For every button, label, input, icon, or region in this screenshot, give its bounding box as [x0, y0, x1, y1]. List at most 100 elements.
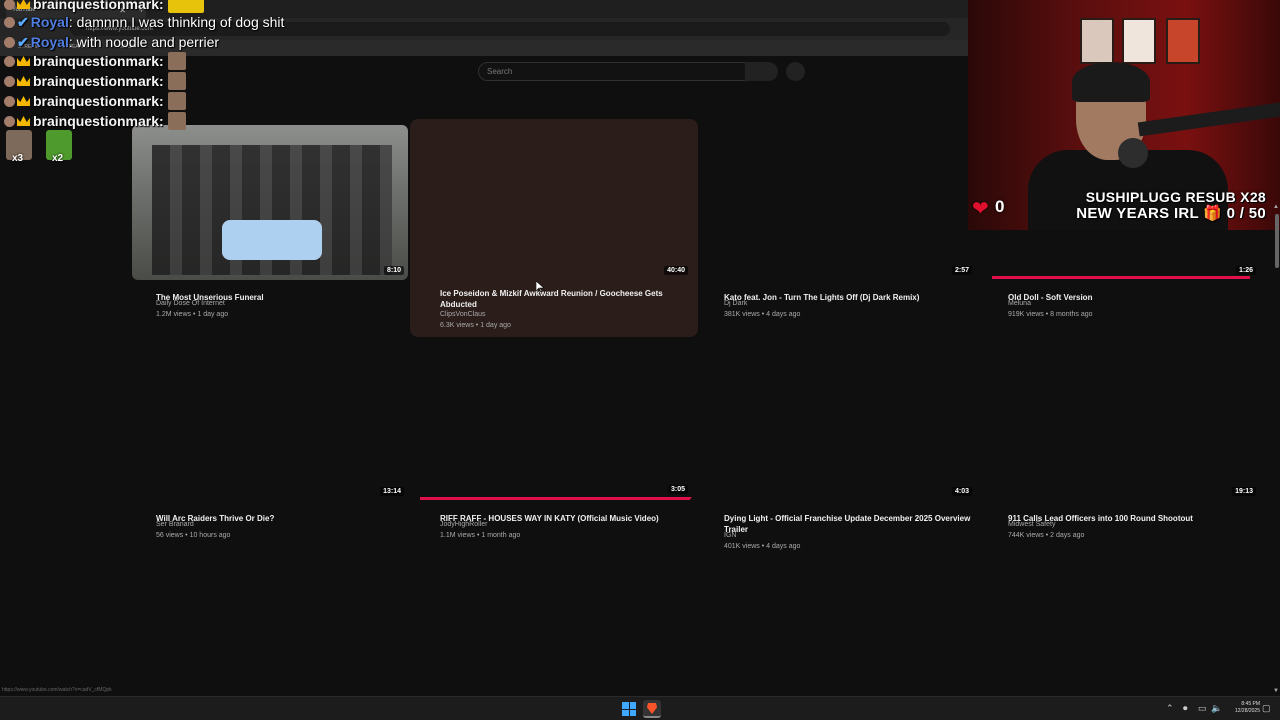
- video-meta: 919K views • 8 months ago: [1008, 311, 1093, 318]
- crown-badge-icon: [17, 0, 30, 9]
- video-duration: 3:05: [667, 485, 688, 494]
- video-duration: 19:13: [1232, 487, 1256, 496]
- video-card[interactable]: 2:57 Kato feat. Jon - Turn The Lights Of…: [700, 125, 976, 325]
- video-channel[interactable]: Daily Dose Of Internet: [156, 300, 225, 307]
- user-avatar-badge-icon: [4, 75, 15, 87]
- crown-badge-icon: [17, 56, 30, 66]
- voice-search-button[interactable]: [786, 62, 805, 81]
- video-thumbnail[interactable]: 4:03: [700, 346, 976, 501]
- video-title[interactable]: Kato feat. Jon - Turn The Lights Off (Dj…: [724, 292, 974, 303]
- watch-progress-bar: [992, 276, 1250, 279]
- emote-icon: [167, 0, 204, 13]
- video-meta: 1.2M views • 1 day ago: [156, 311, 229, 318]
- page-scrollbar[interactable]: [1275, 214, 1279, 268]
- chat-message: brainquestionmark:: [4, 72, 186, 90]
- video-meta: 56 views • 10 hours ago: [156, 532, 231, 539]
- brave-browser-icon[interactable]: [643, 700, 661, 718]
- emote-count: x3: [12, 153, 24, 164]
- taskbar-clock[interactable]: 8:45 PM 12/28/2025: [1226, 701, 1260, 715]
- tray-chevron-icon[interactable]: ⌃: [1166, 703, 1174, 714]
- video-meta: 1.1M views • 1 month ago: [440, 532, 521, 539]
- chat-username: brainquestionmark:: [33, 73, 164, 89]
- video-meta: 401K views • 4 days ago: [724, 543, 801, 550]
- sub-goal-line2: NEW YEARS IRL 🎁 0 / 50: [1076, 204, 1266, 222]
- video-channel[interactable]: JodyHighRoller: [440, 521, 487, 528]
- pepe-emote-icon: x2: [46, 130, 72, 164]
- chat-username: Royal: [30, 34, 69, 50]
- video-duration: 40:40: [664, 266, 688, 275]
- video-thumbnail[interactable]: 19:13: [984, 346, 1260, 501]
- chat-message: brainquestionmark:: [4, 52, 186, 70]
- wall-art: [1080, 18, 1114, 64]
- goal-label: NEW YEARS IRL: [1076, 205, 1199, 222]
- search-input[interactable]: Search: [478, 62, 746, 81]
- video-channel[interactable]: Ser Branard: [156, 521, 194, 528]
- video-card[interactable]: 4:03 Dying Light - Official Franchise Up…: [700, 346, 976, 556]
- microphone-tray-icon[interactable]: ⏺: [1183, 703, 1188, 714]
- windows-start-icon[interactable]: [622, 702, 636, 716]
- crown-badge-icon: [17, 96, 30, 106]
- streamer-beanie: [1072, 62, 1150, 102]
- video-channel[interactable]: Midwest Safety: [1008, 521, 1055, 528]
- video-title[interactable]: Dying Light - Official Franchise Update …: [724, 513, 974, 535]
- emote-icon: [167, 72, 186, 90]
- video-duration: 2:57: [951, 266, 972, 275]
- video-thumbnail[interactable]: 2:57: [700, 125, 976, 280]
- video-channel[interactable]: Meluna: [1008, 300, 1031, 307]
- chat-message: brainquestionmark:: [4, 92, 186, 110]
- screen: YouTube ✕ + https://www.youtube.com STRE…: [0, 0, 1280, 720]
- wall-art: [1122, 18, 1156, 64]
- emote-icon: [167, 52, 186, 70]
- video-meta: 381K views • 4 days ago: [724, 311, 801, 318]
- video-duration: 13:14: [380, 487, 404, 496]
- video-card-hovered[interactable]: 40:40 Ice Poseidon & Mizkif Awkward Reun…: [410, 119, 698, 337]
- webcam-overlay: ❤ 0 SUSHIPLUGG RESUB X28 NEW YEARS IRL 🎁…: [968, 0, 1280, 230]
- emote-icon: [167, 92, 186, 110]
- video-meta: 6.3K views • 1 day ago: [440, 322, 511, 329]
- video-card[interactable]: 13:14 Will Arc Raiders Thrive Or Die? Se…: [132, 346, 408, 546]
- crown-badge-icon: [17, 116, 30, 126]
- user-avatar-badge-icon: [4, 0, 15, 10]
- chat-username: brainquestionmark:: [33, 53, 164, 69]
- chat-message: brainquestionmark:: [4, 0, 204, 13]
- video-duration: 8:10: [383, 266, 404, 275]
- crown-badge-icon: [17, 76, 30, 86]
- video-thumbnail[interactable]: 13:14: [132, 346, 408, 501]
- volume-icon[interactable]: 🔈: [1211, 703, 1222, 714]
- chat-message: ✔ Royal : with noodle and perrier: [4, 33, 219, 51]
- emote-icon: x3: [6, 130, 32, 164]
- chat-message: ✔ Royal : damnnn I was thinking of dog s…: [4, 13, 284, 31]
- video-channel[interactable]: IGN: [724, 532, 736, 539]
- clock-date: 12/28/2025: [1234, 708, 1260, 714]
- chat-username: brainquestionmark:: [33, 0, 164, 12]
- video-duration: 1:26: [1235, 266, 1256, 275]
- emote-icon: [167, 112, 186, 130]
- user-avatar-badge-icon: [4, 95, 15, 107]
- mic-arm: [1137, 101, 1280, 137]
- video-title[interactable]: Old Doll - Soft Version: [1008, 292, 1258, 303]
- chat-username: brainquestionmark:: [33, 113, 164, 129]
- video-channel[interactable]: ClipsVonClaus: [440, 311, 486, 318]
- clock-time: 8:45 PM: [1241, 701, 1260, 707]
- video-thumbnail[interactable]: 3:05: [416, 346, 692, 501]
- windows-taskbar: ⌃ ⏺ ▭ 🔈 8:45 PM 12/28/2025 ▢: [0, 696, 1280, 720]
- search-button[interactable]: [745, 62, 778, 81]
- goal-progress: 0 / 50: [1226, 205, 1266, 222]
- scroll-up-icon[interactable]: ▲: [1273, 204, 1279, 210]
- notification-icon[interactable]: ▢: [1262, 703, 1271, 714]
- verified-check-icon: ✔: [17, 33, 29, 50]
- scroll-down-icon[interactable]: ▼: [1273, 688, 1279, 694]
- heart-count: 0: [995, 197, 1005, 216]
- network-icon[interactable]: ▭: [1198, 703, 1207, 714]
- user-avatar-badge-icon: [4, 115, 15, 127]
- user-avatar-badge-icon: [4, 55, 15, 67]
- gift-icon: 🎁: [1203, 205, 1223, 222]
- video-channel[interactable]: Dj Dark: [724, 300, 747, 307]
- video-card[interactable]: 19:13 911 Calls Lead Officers into 100 R…: [984, 346, 1260, 546]
- video-card[interactable]: 3:05 RIFF RAFF - HOUSES WAY IN KATY (Off…: [416, 346, 692, 546]
- video-title[interactable]: Ice Poseidon & Mizkif Awkward Reunion / …: [440, 288, 680, 310]
- chat-text: : damnnn I was thinking of dog shit: [68, 14, 285, 30]
- video-thumbnail[interactable]: 40:40: [416, 125, 692, 280]
- video-duration: 4:03: [951, 487, 972, 496]
- stream-chat-overlay: brainquestionmark: ✔ Royal : damnnn I wa…: [0, 0, 340, 170]
